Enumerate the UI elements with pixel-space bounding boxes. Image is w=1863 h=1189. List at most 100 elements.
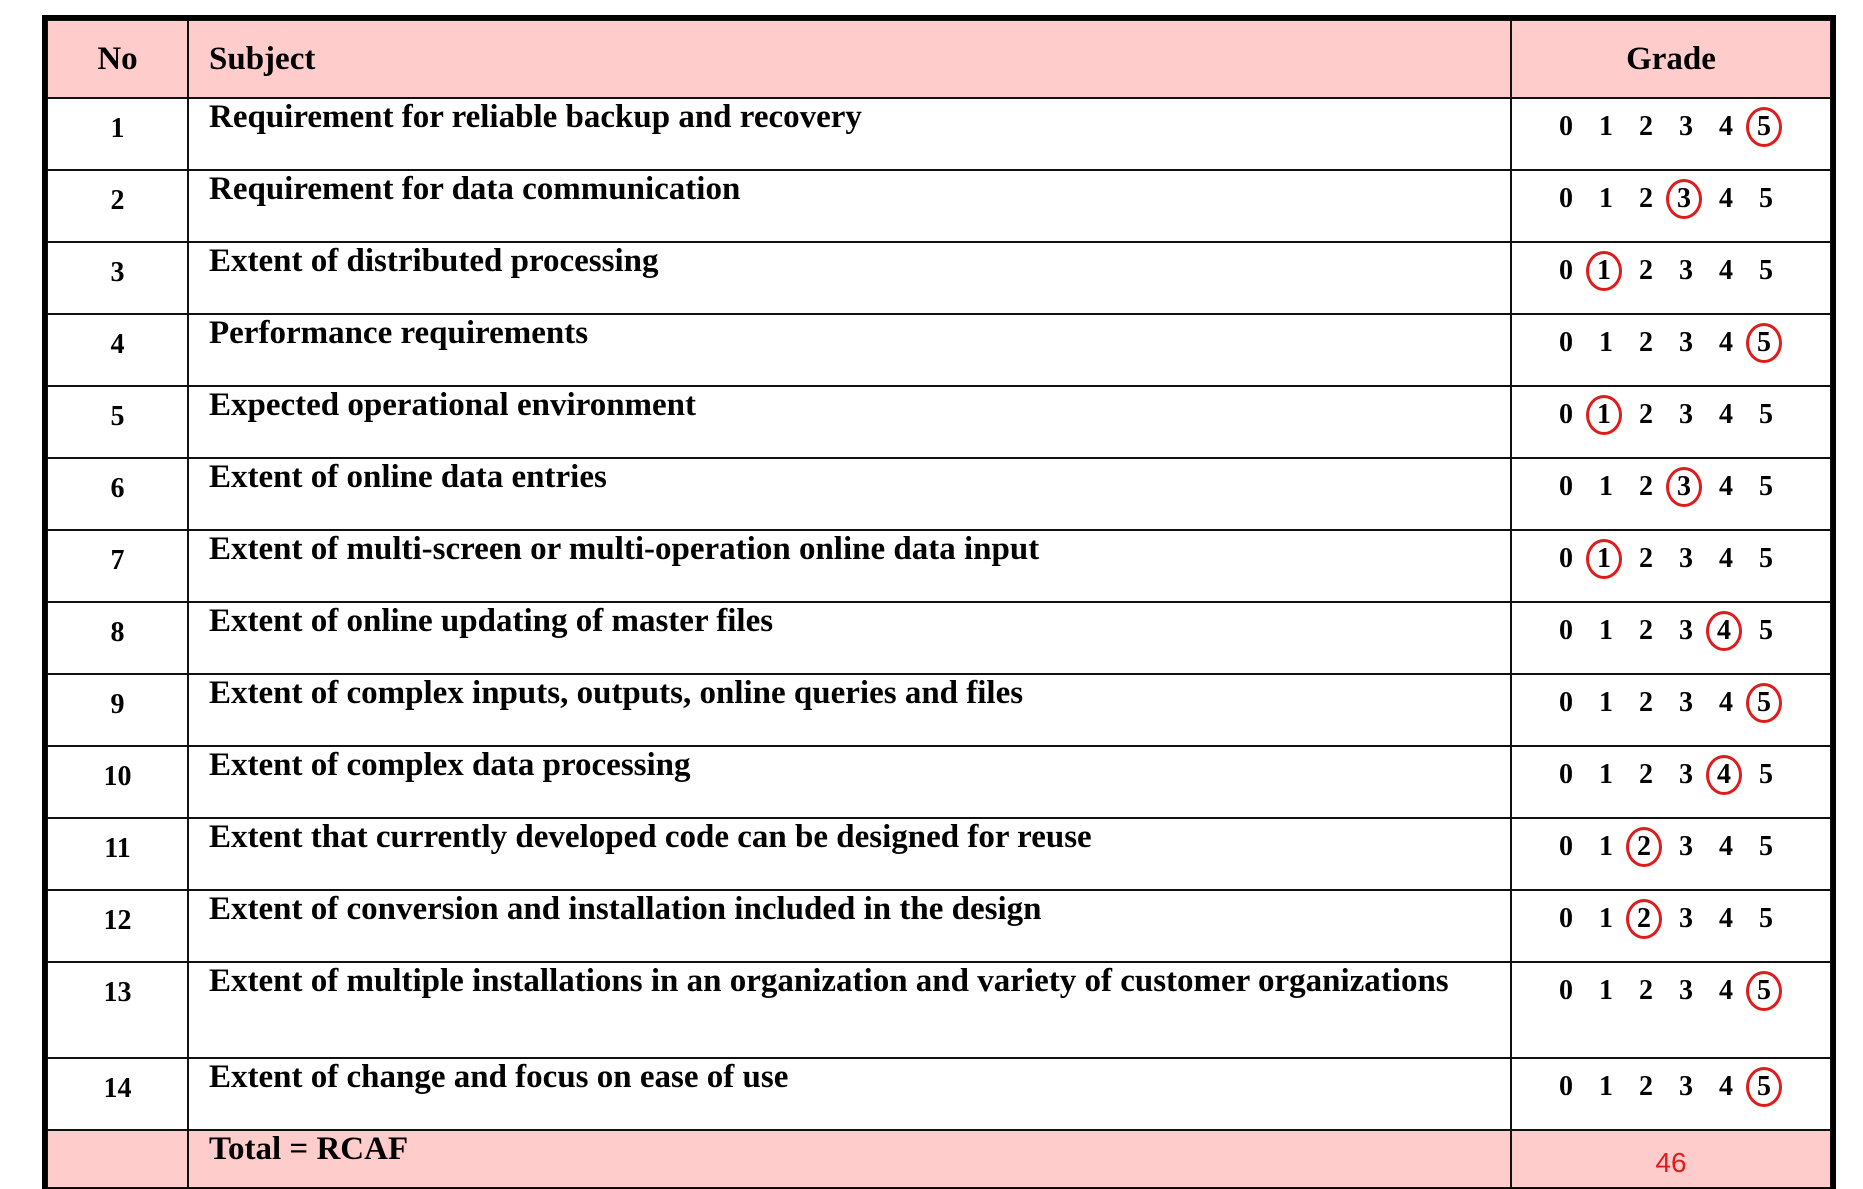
grade-option-selected: 5 — [1746, 971, 1782, 1011]
grade-option-selected: 1 — [1586, 251, 1622, 291]
grade-scale: 012345 — [1546, 395, 1826, 435]
row-number: 4 — [46, 313, 189, 387]
grade-option: 4 — [1719, 831, 1733, 862]
grade-option: 0 — [1559, 327, 1573, 358]
row-number: 10 — [46, 745, 189, 819]
grade-scale: 012345 — [1546, 971, 1826, 1011]
grade-option: 2 — [1639, 759, 1653, 790]
grade-option: 3 — [1679, 399, 1693, 430]
grade-option: 2 — [1639, 543, 1653, 574]
header-subject: Subject — [187, 19, 1512, 99]
grade-option-selected: 4 — [1706, 611, 1742, 651]
grade-option: 4 — [1719, 255, 1733, 286]
row-grade-cell: 012345 — [1510, 673, 1832, 747]
grade-option: 4 — [1719, 183, 1733, 214]
grade-option: 0 — [1559, 1071, 1573, 1102]
row-grade-cell: 012345 — [1510, 529, 1832, 603]
row-subject: Extent that currently developed code can… — [187, 817, 1512, 891]
row-number: 2 — [46, 169, 189, 243]
grade-option: 1 — [1599, 327, 1613, 358]
row-grade-cell: 012345 — [1510, 241, 1832, 315]
row-grade-cell: 012345 — [1510, 385, 1832, 459]
grade-option: 0 — [1559, 687, 1573, 718]
grade-option: 5 — [1759, 831, 1773, 862]
header-grade: Grade — [1510, 19, 1832, 99]
grade-option-selected: 5 — [1746, 1067, 1782, 1107]
row-grade-cell: 012345 — [1510, 457, 1832, 531]
grade-option: 4 — [1719, 1071, 1733, 1102]
row-subject: Requirement for reliable backup and reco… — [187, 97, 1512, 171]
grade-option: 5 — [1759, 255, 1773, 286]
grade-option: 0 — [1559, 975, 1573, 1006]
grade-scale: 012345 — [1546, 755, 1826, 795]
row-grade-cell: 012345 — [1510, 889, 1832, 963]
grade-option: 5 — [1759, 543, 1773, 574]
grade-scale: 012345 — [1546, 179, 1826, 219]
row-number: 5 — [46, 385, 189, 459]
row-grade-cell: 012345 — [1510, 601, 1832, 675]
row-number: 6 — [46, 457, 189, 531]
row-subject: Extent of distributed processing — [187, 241, 1512, 315]
grade-option: 3 — [1679, 687, 1693, 718]
table-row: 6 Extent of online data entries 0 1 2 3 4 5 — [46, 457, 1832, 531]
grade-option: 5 — [1759, 183, 1773, 214]
row-grade-cell: 012345 — [1510, 169, 1832, 243]
grade-option: 4 — [1719, 975, 1733, 1006]
grade-option: 4 — [1719, 327, 1733, 358]
grade-option: 1 — [1599, 903, 1613, 934]
grade-scale: 012345 — [1546, 107, 1826, 147]
table-row: 10 Extent of complex data processing 0 1 2 3 4… — [46, 745, 1832, 819]
grade-option: 5 — [1759, 471, 1773, 502]
grade-option: 3 — [1679, 759, 1693, 790]
grade-scale: 012345 — [1546, 683, 1826, 723]
grade-option: 2 — [1639, 687, 1653, 718]
row-grade-cell: 012345 — [1510, 817, 1832, 891]
grade-option-selected: 2 — [1626, 899, 1662, 939]
grade-option: 1 — [1599, 615, 1613, 646]
grade-option: 4 — [1719, 903, 1733, 934]
grade-option: 5 — [1759, 615, 1773, 646]
grade-scale: 012345 — [1546, 539, 1826, 579]
grade-option: 3 — [1679, 327, 1693, 358]
grade-option: 2 — [1639, 615, 1653, 646]
table-row: 4 Performance requirements 0 1 2 3 4 5 — [46, 313, 1832, 387]
table-row: 2 Requirement for data communication 0 1 2 3 4… — [46, 169, 1832, 243]
grade-option: 0 — [1559, 111, 1573, 142]
table-row: 3 Extent of distributed processing 0 1 2 3 4 5 — [46, 241, 1832, 315]
grade-scale: 012345 — [1546, 1067, 1826, 1107]
grade-option-selected: 5 — [1746, 323, 1782, 363]
grade-option: 1 — [1599, 831, 1613, 862]
grade-option: 2 — [1639, 975, 1653, 1006]
grade-option: 0 — [1559, 399, 1573, 430]
grade-option: 3 — [1679, 1071, 1693, 1102]
row-subject: Extent of online data entries — [187, 457, 1512, 531]
row-number: 1 — [46, 97, 189, 171]
grade-option: 0 — [1559, 615, 1573, 646]
table-row: 7 Extent of multi-screen or multi-operati… — [46, 529, 1832, 603]
row-number: 11 — [46, 817, 189, 891]
grade-option: 4 — [1719, 111, 1733, 142]
row-subject: Extent of multi-screen or multi-operatio… — [187, 529, 1512, 603]
row-subject: Extent of complex inputs, outputs, onlin… — [187, 673, 1512, 747]
row-subject: Extent of change and focus on ease of us… — [187, 1057, 1512, 1131]
grade-scale: 012345 — [1546, 611, 1826, 651]
grade-option: 3 — [1679, 111, 1693, 142]
grade-option: 4 — [1719, 543, 1733, 574]
grade-option: 2 — [1639, 327, 1653, 358]
table-row: 11 Extent that currently developed code c… — [46, 817, 1832, 891]
grade-option: 1 — [1599, 111, 1613, 142]
table-header-row: No Subject Grade — [46, 19, 1832, 99]
grade-option-selected: 1 — [1586, 539, 1622, 579]
grade-option: 2 — [1639, 255, 1653, 286]
grade-option: 0 — [1559, 471, 1573, 502]
table-row: 8 Extent of online updating of master fil… — [46, 601, 1832, 675]
row-subject: Extent of conversion and installation in… — [187, 889, 1512, 963]
table-row: 5 Expected operational environment 0 1 2 3 4 5 — [46, 385, 1832, 459]
grade-scale: 012345 — [1546, 899, 1826, 939]
row-grade-cell: 012345 — [1510, 313, 1832, 387]
row-number: 3 — [46, 241, 189, 315]
page-number: 46 — [1655, 1147, 1687, 1178]
grade-option: 4 — [1719, 399, 1733, 430]
row-number: 8 — [46, 601, 189, 675]
grade-option: 0 — [1559, 831, 1573, 862]
